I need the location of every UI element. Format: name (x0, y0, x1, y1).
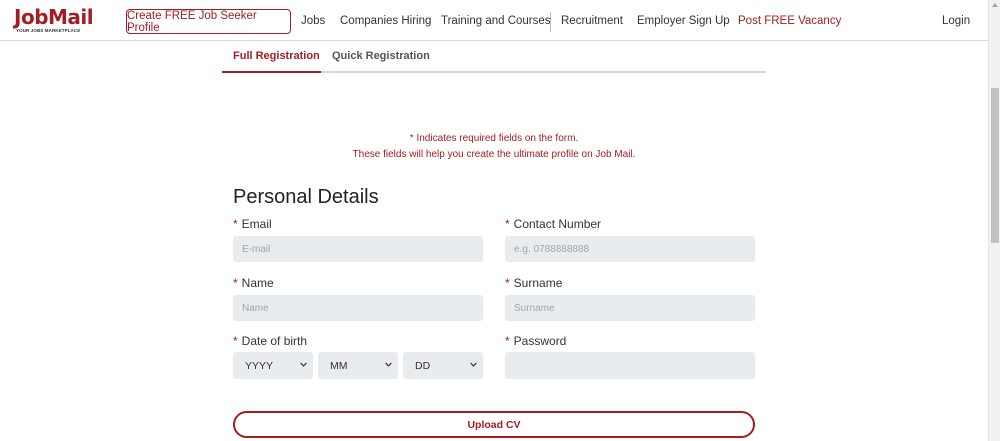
nav-login[interactable]: Login (942, 14, 970, 28)
contact-number-input[interactable] (505, 236, 755, 262)
logo-letter-j: J (14, 5, 21, 29)
dob-year-value: YYYY (245, 359, 274, 372)
upload-cv-button[interactable]: Upload CV (233, 411, 755, 438)
chevron-down-icon (300, 362, 307, 367)
logo-letters: obMail (20, 5, 94, 29)
nav-divider (550, 12, 551, 32)
nav-jobs[interactable]: Jobs (301, 14, 325, 28)
tab-full-registration[interactable]: Full Registration (233, 50, 320, 62)
nav-companies-hiring[interactable]: Companies Hiring (340, 14, 431, 28)
required-fields-note: * Indicates required fields on the form. (409, 133, 579, 144)
nav-recruitment[interactable]: Recruitment (561, 14, 623, 28)
chevron-down-icon (385, 362, 392, 367)
password-input[interactable] (505, 352, 755, 379)
logo-wordmark: JobMail (14, 5, 94, 29)
active-tab-indicator (222, 71, 321, 73)
chevron-down-icon (470, 362, 477, 367)
name-label: * Name (233, 276, 274, 290)
email-label-text: Email (241, 217, 272, 231)
required-asterisk: * (505, 276, 510, 290)
dob-month-value: MM (330, 359, 348, 372)
password-label-text: Password (513, 334, 567, 348)
required-asterisk: * (233, 334, 238, 348)
scroll-up-arrow-icon[interactable] (992, 3, 998, 7)
dob-year-select[interactable]: YYYY (233, 352, 313, 379)
date-of-birth-label-text: Date of birth (241, 334, 308, 348)
page-scrollbar[interactable] (988, 0, 1000, 441)
email-label: * Email (233, 217, 272, 231)
required-asterisk: * (233, 276, 238, 290)
name-input[interactable] (233, 295, 483, 321)
registration-tabs: Full Registration Quick Registration (222, 43, 766, 73)
nav-training-courses[interactable]: Training and Courses (441, 14, 551, 28)
top-navbar: JobMail YOUR JOBS MARKETPLACE Create FRE… (0, 0, 988, 41)
required-asterisk: * (233, 217, 238, 231)
tab-quick-registration[interactable]: Quick Registration (332, 50, 430, 62)
contact-number-label-text: Contact Number (513, 217, 602, 231)
dob-day-select[interactable]: DD (403, 352, 483, 379)
logo-tagline: YOUR JOBS MARKETPLACE (16, 28, 81, 33)
profile-help-note: These fields will help you create the ul… (352, 149, 636, 160)
scroll-thumb[interactable] (991, 88, 999, 243)
password-label: * Password (505, 334, 566, 348)
email-input[interactable] (233, 236, 483, 262)
section-title-personal-details: Personal Details (233, 186, 379, 208)
name-label-text: Name (241, 276, 274, 290)
surname-label: * Surname (505, 276, 562, 290)
dob-day-value: DD (415, 359, 431, 372)
contact-number-label: * Contact Number (505, 217, 601, 231)
surname-input[interactable] (505, 295, 755, 321)
dob-month-select[interactable]: MM (318, 352, 398, 379)
required-asterisk: * (505, 217, 510, 231)
required-asterisk: * (505, 334, 510, 348)
date-of-birth-label: * Date of birth (233, 334, 307, 348)
nav-employer-signup[interactable]: Employer Sign Up (637, 14, 730, 28)
create-profile-button[interactable]: Create FREE Job Seeker Profile (126, 9, 291, 34)
surname-label-text: Surname (513, 276, 563, 290)
nav-post-vacancy[interactable]: Post FREE Vacancy (738, 14, 841, 28)
jobmail-logo[interactable]: JobMail YOUR JOBS MARKETPLACE (14, 6, 94, 36)
